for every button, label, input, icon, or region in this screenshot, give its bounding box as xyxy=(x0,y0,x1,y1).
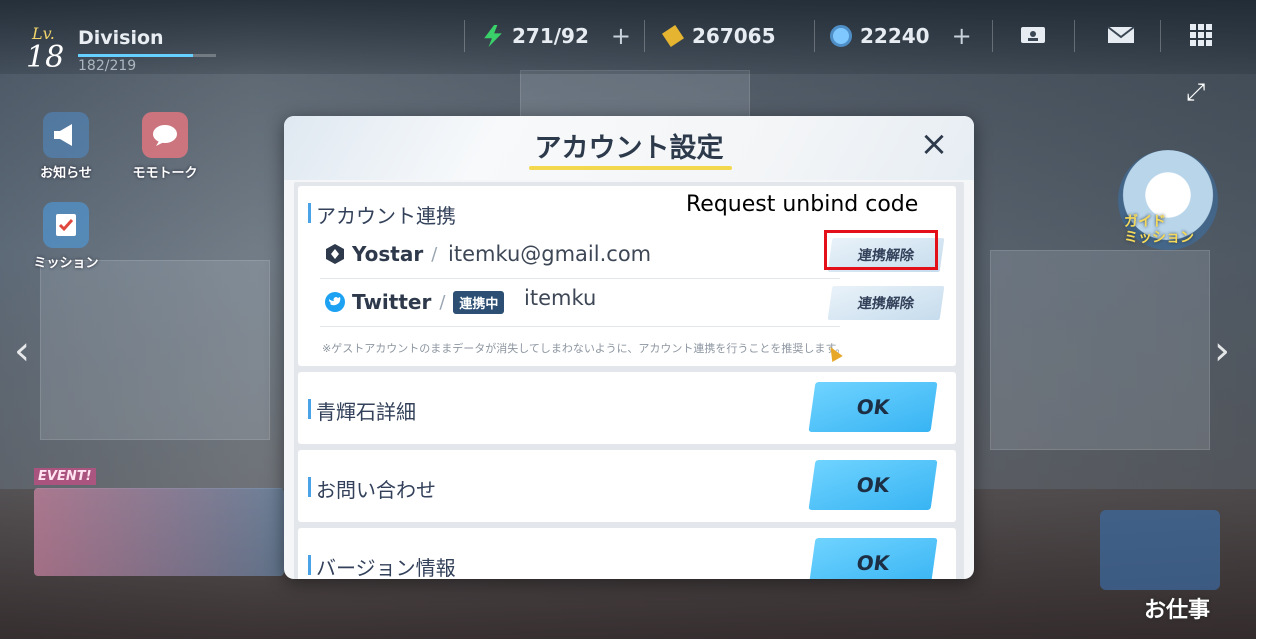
mission-button[interactable]: ミッション xyxy=(26,202,106,271)
ap-resource: 271/92 + xyxy=(482,22,631,50)
id-card-button[interactable] xyxy=(1018,22,1048,48)
top-hud: Lv. 18 Division 182/219 271/92 + 267065 … xyxy=(0,0,1256,75)
credit-value: 267065 xyxy=(692,24,776,48)
guide-label-top: ガイド xyxy=(1124,214,1166,230)
momotalk-button[interactable]: モモトーク xyxy=(120,112,210,181)
next-arrow-button[interactable]: › xyxy=(1214,328,1230,374)
row-divider xyxy=(320,278,840,279)
mission-icon xyxy=(43,202,89,248)
row-divider xyxy=(320,326,840,327)
guide-label-bottom: ミッション xyxy=(1124,230,1194,246)
work-folder-icon xyxy=(1100,510,1220,590)
close-button[interactable]: × xyxy=(916,126,952,162)
title-underline xyxy=(529,166,732,170)
twitter-bird-icon xyxy=(324,291,346,313)
guest-account-note: ※ゲストアカウントのままデータが消失してしまわないように、アカウント連携を行うこ… xyxy=(322,342,847,355)
gem-resource: 22240 + xyxy=(830,22,972,50)
close-icon: × xyxy=(919,124,949,164)
pyroxene-ok-button[interactable]: OK xyxy=(808,382,938,432)
momotalk-label: モモトーク xyxy=(132,166,198,181)
expand-icon: ⤢ xyxy=(1186,78,1206,106)
yostar-row: Yostar / xyxy=(324,242,445,266)
twitter-unlink-button[interactable]: 連携解除 xyxy=(827,286,945,320)
notice-label: お知らせ xyxy=(40,166,92,181)
guide-mission-label: ガイド ミッション xyxy=(1124,214,1194,246)
previous-arrow-button[interactable]: ‹ xyxy=(14,328,30,374)
work-button[interactable]: お仕事 xyxy=(1144,592,1210,624)
chevron-right-icon: › xyxy=(1214,328,1230,374)
exp-bar xyxy=(78,54,216,57)
credit-icon xyxy=(662,25,684,47)
event-banner[interactable] xyxy=(34,488,284,576)
contact-section: お問い合わせ OK xyxy=(298,450,956,522)
player-name: Division xyxy=(78,27,164,49)
mail-icon xyxy=(1107,26,1135,43)
yostar-logo-icon xyxy=(324,243,346,265)
id-card-icon xyxy=(1021,27,1045,43)
chevron-left-icon: ‹ xyxy=(14,328,30,374)
menu-button[interactable] xyxy=(1186,22,1216,48)
gem-plus-button[interactable]: + xyxy=(952,22,972,50)
gem-value: 22240 xyxy=(860,24,930,48)
dialog-header: アカウント設定 × xyxy=(284,116,974,180)
separator-slash: / xyxy=(431,243,438,265)
momotalk-icon xyxy=(142,112,188,158)
twitter-provider-name: Twitter xyxy=(352,290,432,314)
lightning-icon xyxy=(484,25,502,47)
yostar-provider-name: Yostar xyxy=(352,242,424,266)
dialog-title: アカウント設定 xyxy=(534,133,724,164)
exp-text: 182/219 xyxy=(78,58,137,74)
mail-button[interactable] xyxy=(1106,22,1136,48)
notice-button[interactable]: お知らせ xyxy=(28,112,104,181)
credit-resource: 267065 xyxy=(662,22,776,50)
yostar-account: itemku@gmail.com xyxy=(448,242,652,266)
event-tag: EVENT! xyxy=(34,468,96,485)
grid-menu-icon xyxy=(1190,24,1212,46)
ap-plus-button[interactable]: + xyxy=(611,22,631,50)
expand-button[interactable]: ⤢ xyxy=(1186,78,1222,108)
ap-value: 271/92 xyxy=(512,24,589,48)
annotation-label: Request unbind code xyxy=(686,192,919,217)
account-settings-dialog: アカウント設定 × アカウント連携 Yostar / itemku@gmail.… xyxy=(284,116,974,579)
twitter-row: Twitter / 連携中 xyxy=(324,290,505,314)
version-ok-button[interactable]: OK xyxy=(808,538,938,579)
megaphone-icon xyxy=(43,112,89,158)
contact-ok-button[interactable]: OK xyxy=(808,460,938,510)
gem-icon xyxy=(830,25,852,47)
separator-slash: / xyxy=(439,291,446,313)
section-title-pyroxene: 青輝石詳細 xyxy=(308,396,416,425)
section-title-contact: お問い合わせ xyxy=(308,474,436,503)
section-title-account-link: アカウント連携 xyxy=(308,200,456,229)
frame-edge xyxy=(1256,0,1264,639)
annotation-highlight-box xyxy=(824,230,938,270)
mission-label: ミッション xyxy=(33,256,99,271)
twitter-account: itemku xyxy=(524,286,597,310)
version-info-section: バージョン情報 OK xyxy=(298,528,956,579)
linked-status-badge: 連携中 xyxy=(453,290,505,314)
pyroxene-details-section: 青輝石詳細 OK xyxy=(298,372,956,444)
section-title-version: バージョン情報 xyxy=(308,552,456,579)
level-value: 18 xyxy=(26,40,65,75)
